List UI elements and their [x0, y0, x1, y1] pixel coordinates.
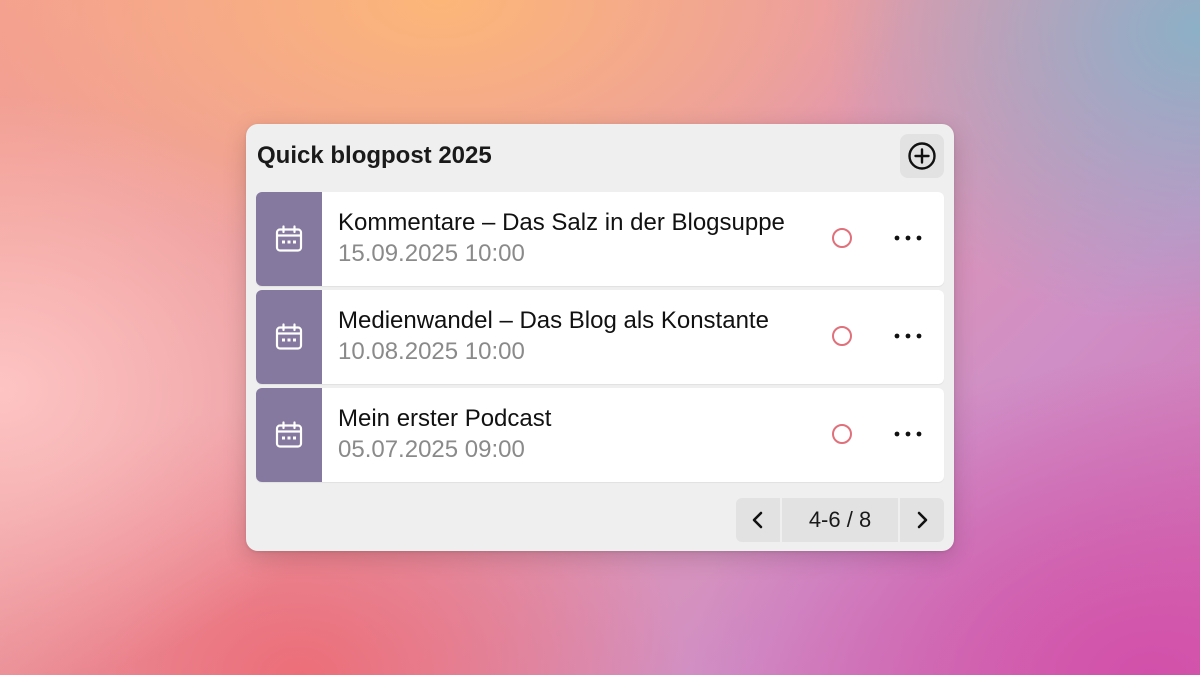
item-icon-area — [256, 290, 322, 384]
page-indicator: 4-6 / 8 — [782, 498, 898, 542]
item-text: Medienwandel – Das Blog als Konstante 10… — [338, 306, 810, 368]
list-item[interactable]: Mein erster Podcast 05.07.2025 09:00 — [256, 388, 944, 482]
ellipsis-icon — [894, 235, 922, 241]
status-circle-icon[interactable] — [832, 424, 852, 444]
blogpost-widget: Quick blogpost 2025 Kommentare – Das Sal… — [246, 124, 954, 551]
chevron-left-icon — [752, 511, 763, 529]
item-date: 15.09.2025 10:00 — [338, 240, 525, 267]
item-title: Medienwandel – Das Blog als Konstante — [338, 307, 769, 334]
calendar-icon — [275, 225, 303, 252]
status-circle-icon[interactable] — [832, 326, 852, 346]
calendar-icon — [275, 323, 303, 350]
next-page-button[interactable] — [900, 498, 944, 542]
list-item[interactable]: Kommentare – Das Salz in der Blogsuppe 1… — [256, 192, 944, 286]
add-post-button[interactable] — [900, 134, 944, 178]
ellipsis-icon — [894, 431, 922, 437]
ellipsis-icon — [894, 333, 922, 339]
item-icon-area — [256, 192, 322, 286]
more-options-button[interactable] — [886, 414, 930, 454]
status-circle-icon[interactable] — [832, 228, 852, 248]
list-item[interactable]: Medienwandel – Das Blog als Konstante 10… — [256, 290, 944, 384]
widget-header: Quick blogpost 2025 — [246, 124, 954, 188]
pagination: 4-6 / 8 — [736, 498, 944, 542]
item-date: 05.07.2025 09:00 — [338, 436, 525, 463]
item-date: 10.08.2025 10:00 — [338, 338, 525, 365]
previous-page-button[interactable] — [736, 498, 780, 542]
more-options-button[interactable] — [886, 218, 930, 258]
item-icon-area — [256, 388, 322, 482]
more-options-button[interactable] — [886, 316, 930, 356]
widget-title: Quick blogpost 2025 — [257, 142, 492, 169]
chevron-right-icon — [917, 511, 928, 529]
calendar-icon — [275, 421, 303, 448]
plus-circle-icon — [908, 142, 936, 170]
item-text: Kommentare – Das Salz in der Blogsuppe 1… — [338, 208, 810, 270]
item-title: Kommentare – Das Salz in der Blogsuppe — [338, 209, 785, 236]
item-text: Mein erster Podcast 05.07.2025 09:00 — [338, 404, 810, 466]
item-title: Mein erster Podcast — [338, 405, 552, 432]
post-list: Kommentare – Das Salz in der Blogsuppe 1… — [256, 192, 944, 486]
